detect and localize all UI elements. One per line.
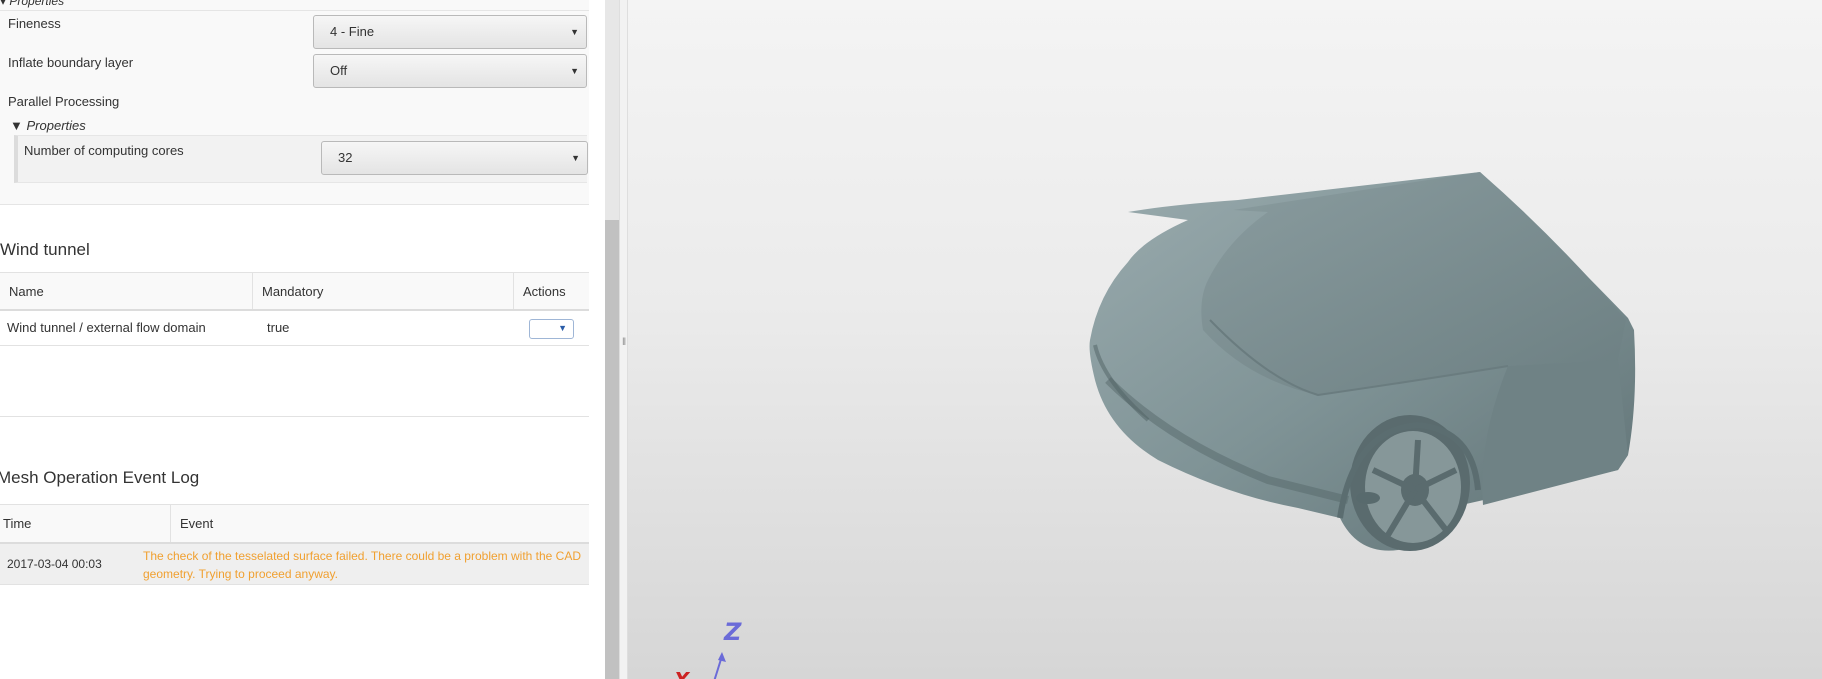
inflate-boundary-value: Off <box>330 63 348 78</box>
car-model[interactable] <box>628 0 1822 679</box>
dropdown-caret-icon: ▼ <box>571 153 580 163</box>
wind-tunnel-title: Wind tunnel <box>0 240 90 259</box>
parallel-properties-box: Number of computing cores 32 ▼ <box>14 135 588 183</box>
divider <box>0 416 589 417</box>
column-time[interactable]: Time <box>0 505 171 542</box>
event-time: 2017-03-04 00:03 <box>7 557 102 571</box>
scrollbar-thumb[interactable] <box>605 220 619 679</box>
column-actions[interactable]: Actions <box>514 273 589 309</box>
fineness-label: Fineness <box>8 16 61 31</box>
dropdown-caret-icon: ▼ <box>570 66 579 76</box>
axis-z-label: Z <box>724 618 742 646</box>
collapse-triangle-icon: ▼ <box>10 118 23 133</box>
fineness-select[interactable]: 4 - Fine ▼ <box>313 15 587 49</box>
table-row: Wind tunnel / external flow domain true … <box>0 311 589 346</box>
event-log-table-header: Time Event <box>0 504 589 544</box>
table-row: 2017-03-04 00:03 The check of the tessel… <box>0 544 589 585</box>
3d-viewport[interactable]: Z X <box>628 0 1822 679</box>
axis-x-label: X <box>674 668 689 679</box>
computing-cores-select[interactable]: 32 ▼ <box>321 141 588 175</box>
divider <box>0 10 589 11</box>
column-mandatory[interactable]: Mandatory <box>253 273 514 309</box>
column-name[interactable]: Name <box>0 273 253 309</box>
mesh-properties-panel: ▾ Properties Fineness 4 - Fine ▼ Inflate… <box>0 0 589 205</box>
left-panel: ▾ Properties Fineness 4 - Fine ▼ Inflate… <box>0 0 589 679</box>
inflate-boundary-label: Inflate boundary layer <box>8 55 134 70</box>
wind-tunnel-name: Wind tunnel / external flow domain <box>7 320 206 335</box>
event-log-title: Mesh Operation Event Log <box>0 468 200 487</box>
wind-tunnel-mandatory: true <box>267 320 290 335</box>
computing-cores-value: 32 <box>338 150 353 165</box>
dropdown-caret-icon: ▼ <box>570 27 579 37</box>
parallel-processing-label: Parallel Processing <box>8 94 120 109</box>
dropdown-caret-icon: ▼ <box>558 323 567 333</box>
event-message: The check of the tesselated surface fail… <box>143 549 582 581</box>
axis-z-arrow-icon <box>713 652 726 679</box>
column-event[interactable]: Event <box>171 505 589 542</box>
actions-dropdown[interactable]: ▼ <box>529 319 574 339</box>
computing-cores-label: Number of computing cores <box>24 143 184 158</box>
collapse-triangle-icon: ▾ <box>0 0 7 8</box>
fineness-value: 4 - Fine <box>330 24 375 39</box>
splitter-grip-icon[interactable]: ‖ <box>622 338 626 348</box>
wind-tunnel-table-header: Name Mandatory Actions <box>0 272 589 311</box>
parallel-properties-header[interactable]: ▼ Properties <box>10 118 86 133</box>
properties-header[interactable]: ▾ Properties <box>0 0 64 8</box>
inflate-boundary-select[interactable]: Off ▼ <box>313 54 587 88</box>
